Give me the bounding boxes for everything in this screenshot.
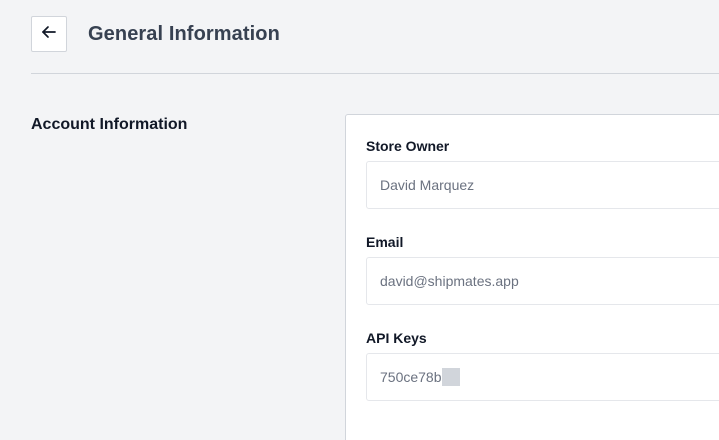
general-information-page: General Information Account Information …	[0, 0, 719, 440]
api-key-value: 750ce78b	[380, 369, 442, 385]
header-divider	[31, 73, 719, 74]
page-title: General Information	[88, 22, 280, 45]
email-label: Email	[366, 234, 404, 250]
api-keys-label: API Keys	[366, 330, 427, 346]
arrow-left-icon	[39, 22, 59, 47]
email-input[interactable]	[366, 257, 719, 305]
section-title: Account Information	[31, 116, 188, 133]
store-owner-field-group: Store Owner	[366, 138, 719, 209]
email-field-group: Email	[366, 234, 719, 305]
redaction-block	[441, 368, 460, 386]
account-information-card: Store Owner Email API Keys 750ce78b	[345, 114, 719, 440]
api-keys-input[interactable]: 750ce78b	[366, 353, 719, 401]
api-keys-field-group: API Keys 750ce78b	[366, 330, 719, 401]
page-header: General Information	[31, 15, 719, 53]
store-owner-input[interactable]	[366, 161, 719, 209]
back-button[interactable]	[31, 16, 67, 52]
store-owner-label: Store Owner	[366, 138, 450, 154]
